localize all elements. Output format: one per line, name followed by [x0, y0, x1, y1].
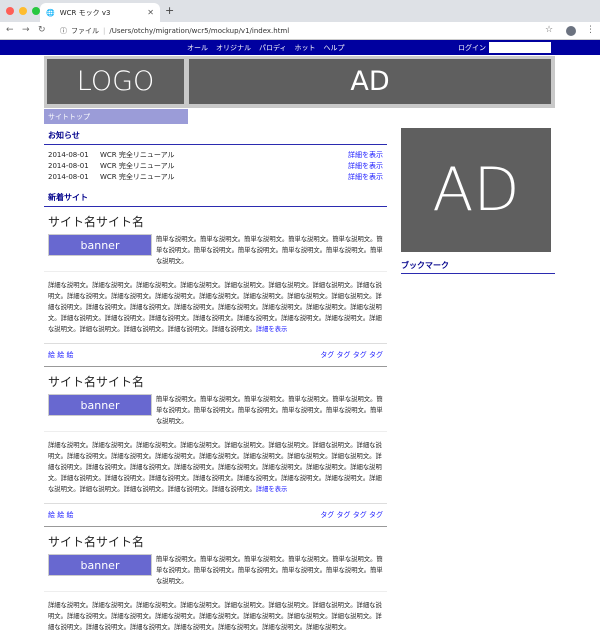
- news-heading: お知らせ: [44, 128, 387, 145]
- minimize-window-button[interactable]: [19, 7, 27, 15]
- tab-title: WCR モック v3: [59, 8, 111, 17]
- site-card: サイト名サイト名 banner 簡単な説明文。簡単な説明文。簡単な説明文。簡単な…: [44, 207, 387, 367]
- news-date: 2014-08-01: [48, 172, 89, 181]
- site-short-description: 簡単な説明文。簡単な説明文。簡単な説明文。簡単な説明文。簡単な説明文。簡単な説明…: [156, 556, 383, 585]
- site-banner[interactable]: banner: [48, 554, 152, 576]
- site-short-description: 簡単な説明文。簡単な説明文。簡単な説明文。簡単な説明文。簡単な説明文。簡単な説明…: [156, 396, 383, 425]
- site-detail-link[interactable]: 詳細を表示: [256, 326, 287, 333]
- nav-item-original[interactable]: オリジナル: [216, 43, 251, 53]
- news-detail-link[interactable]: 詳細を表示: [348, 161, 383, 171]
- more-menu-icon[interactable]: ⋮: [586, 25, 595, 35]
- close-window-button[interactable]: [6, 7, 14, 15]
- news-row: 2014-08-01 WCR 完全リニューアル 詳細を表示: [44, 149, 387, 160]
- news-detail-link[interactable]: 詳細を表示: [348, 150, 383, 160]
- news-date: 2014-08-01: [48, 150, 89, 159]
- news-detail-link[interactable]: 詳細を表示: [348, 172, 383, 182]
- nav-item-help[interactable]: ヘルプ: [324, 43, 345, 53]
- address-bar[interactable]: ⓘ ファイル | /Users/otchy/migration/wcr5/moc…: [60, 24, 289, 37]
- url-text: /Users/otchy/migration/wcr5/mockup/v1/in…: [109, 26, 290, 35]
- browser-tab[interactable]: 🌐 WCR モック v3 ✕: [40, 3, 160, 22]
- news-list: 2014-08-01 WCR 完全リニューアル 詳細を表示 2014-08-01…: [44, 149, 387, 182]
- nav-item-hot[interactable]: ホット: [295, 43, 316, 53]
- back-icon[interactable]: ←: [6, 25, 14, 35]
- close-icon[interactable]: ✕: [147, 8, 154, 17]
- news-row: 2014-08-01 WCR 完全リニューアル 詳細を表示: [44, 160, 387, 171]
- nav-item-parody[interactable]: パロディ: [259, 43, 287, 53]
- new-tab-icon[interactable]: +: [165, 4, 174, 17]
- breadcrumb[interactable]: サイトトップ: [44, 109, 188, 124]
- header-ad[interactable]: AD: [189, 59, 551, 104]
- site-long-description: 詳細な説明文。詳細な説明文。詳細な説明文。詳細な説明文。詳細な説明文。詳細な説明…: [44, 431, 387, 499]
- news-text: WCR 完全リニューアル: [100, 161, 175, 170]
- news-date: 2014-08-01: [48, 161, 89, 170]
- bookmark-star-icon[interactable]: ☆: [545, 25, 553, 35]
- site-name[interactable]: サイト名サイト名: [44, 211, 387, 234]
- news-text: WCR 完全リニューアル: [100, 172, 175, 181]
- browser-tab-bar: 🌐 WCR モック v3 ✕ +: [0, 0, 600, 22]
- site-name[interactable]: サイト名サイト名: [44, 371, 387, 394]
- profile-avatar[interactable]: [566, 26, 576, 36]
- main-column: お知らせ 2014-08-01 WCR 完全リニューアル 詳細を表示 2014-…: [44, 128, 387, 641]
- info-icon: ⓘ: [60, 26, 67, 35]
- site-banner[interactable]: banner: [48, 394, 152, 416]
- bookmark-heading: ブックマーク: [401, 252, 555, 274]
- login-input[interactable]: [489, 42, 551, 53]
- sidebar-ad[interactable]: AD: [401, 128, 551, 252]
- site-detail-link[interactable]: 詳細を表示: [256, 486, 287, 493]
- site-pictures[interactable]: 絵 絵 絵: [48, 350, 73, 360]
- site-long-description: 詳細な説明文。詳細な説明文。詳細な説明文。詳細な説明文。詳細な説明文。詳細な説明…: [44, 591, 387, 637]
- login-label: ログイン: [458, 44, 486, 52]
- site-tags[interactable]: タグ タグ タグ タグ: [320, 350, 383, 360]
- site-long-description: 詳細な説明文。詳細な説明文。詳細な説明文。詳細な説明文。詳細な説明文。詳細な説明…: [44, 271, 387, 339]
- site-header: LOGO AD: [44, 56, 555, 108]
- site-logo[interactable]: LOGO: [47, 59, 184, 104]
- site-card: サイト名サイト名 banner 簡単な説明文。簡単な説明文。簡単な説明文。簡単な…: [44, 527, 387, 641]
- site-nav: オール オリジナル パロディ ホット ヘルプ ログイン: [0, 40, 600, 55]
- forward-icon[interactable]: →: [22, 25, 30, 35]
- site-pictures[interactable]: 絵 絵 絵: [48, 510, 73, 520]
- window-controls: [6, 7, 40, 15]
- globe-icon: 🌐: [46, 8, 55, 17]
- news-text: WCR 完全リニューアル: [100, 150, 175, 159]
- site-name[interactable]: サイト名サイト名: [44, 531, 387, 554]
- maximize-window-button[interactable]: [32, 7, 40, 15]
- site-short-description: 簡単な説明文。簡単な説明文。簡単な説明文。簡単な説明文。簡単な説明文。簡単な説明…: [156, 236, 383, 265]
- url-scheme: ファイル: [71, 26, 99, 35]
- site-tags[interactable]: タグ タグ タグ タグ: [320, 510, 383, 520]
- reload-icon[interactable]: ↻: [38, 25, 46, 35]
- address-bar-row: ← → ↻ ⓘ ファイル | /Users/otchy/migration/wc…: [0, 22, 600, 40]
- sidebar: AD ブックマーク: [401, 128, 555, 274]
- new-sites-heading: 新着サイト: [44, 190, 387, 207]
- news-row: 2014-08-01 WCR 完全リニューアル 詳細を表示: [44, 171, 387, 182]
- site-banner[interactable]: banner: [48, 234, 152, 256]
- nav-item-all[interactable]: オール: [187, 43, 208, 53]
- site-card: サイト名サイト名 banner 簡単な説明文。簡単な説明文。簡単な説明文。簡単な…: [44, 367, 387, 527]
